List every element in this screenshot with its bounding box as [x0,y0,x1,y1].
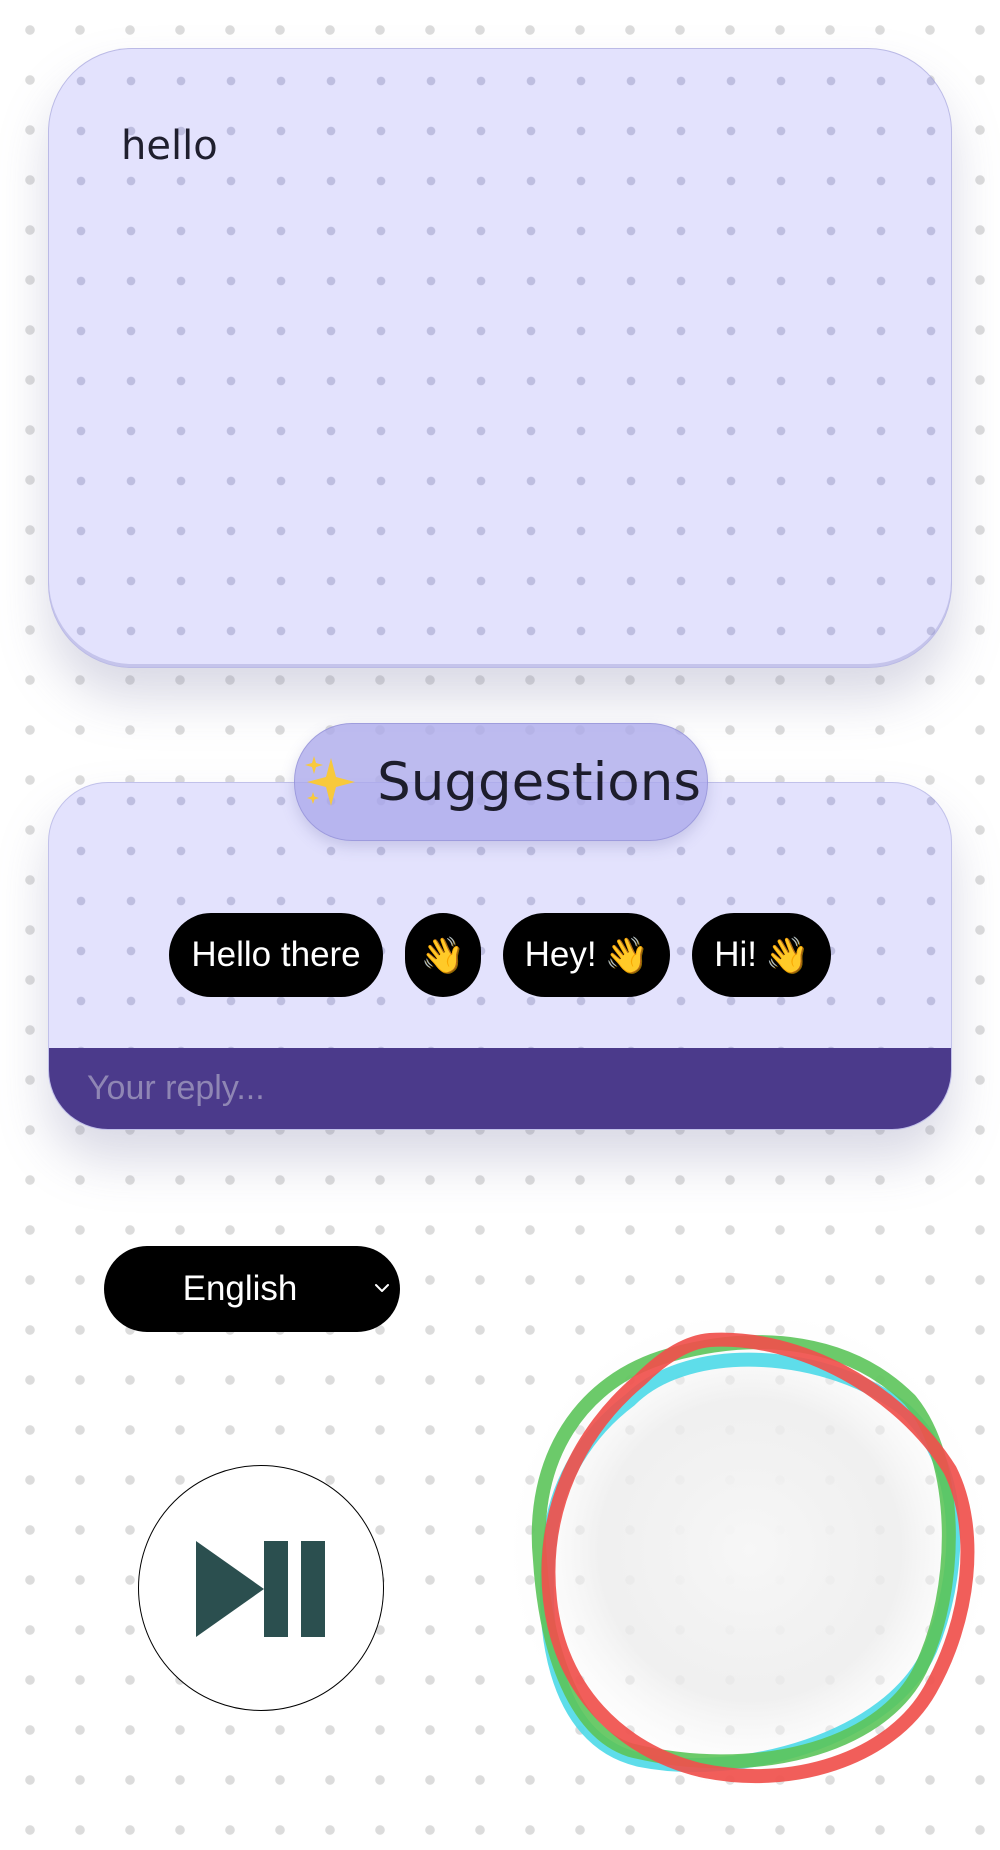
suggestion-chip-hello-there[interactable]: Hello there [169,913,383,997]
suggestions-title: Suggestions [377,751,701,813]
suggestion-chips: Hello there 👋 Hey! 👋 Hi! 👋 [49,913,951,997]
sparkles-icon [305,756,356,806]
reply-input[interactable] [87,1048,907,1129]
play-pause-button[interactable] [138,1465,384,1711]
language-select[interactable]: English [104,1246,400,1332]
message-card: hello [48,48,952,668]
language-select-value: English [182,1269,298,1308]
suggestion-chip-label: Hello there [191,935,361,974]
suggestion-chip-hey[interactable]: Hey! 👋 [502,913,671,997]
suggestion-chip-wave[interactable]: 👋 [404,913,481,997]
message-text: hello [121,123,218,169]
play-pause-icon [196,1541,325,1637]
suggestion-chip-label: Hi! [714,935,757,974]
reply-bar [49,1048,951,1129]
waving-hand-icon: 👋 [604,935,649,976]
waving-hand-icon: 👋 [765,935,809,976]
chevron-down-icon [375,1284,389,1292]
visualizer-glow [500,1320,1000,1800]
suggestion-chip-label: Hey! [524,935,597,974]
recording-visualizer [500,1320,1000,1800]
suggestions-header: Suggestions [294,723,708,841]
waving-hand-icon: 👋 [420,935,465,976]
suggestion-chip-hi[interactable]: Hi! 👋 [692,913,831,997]
